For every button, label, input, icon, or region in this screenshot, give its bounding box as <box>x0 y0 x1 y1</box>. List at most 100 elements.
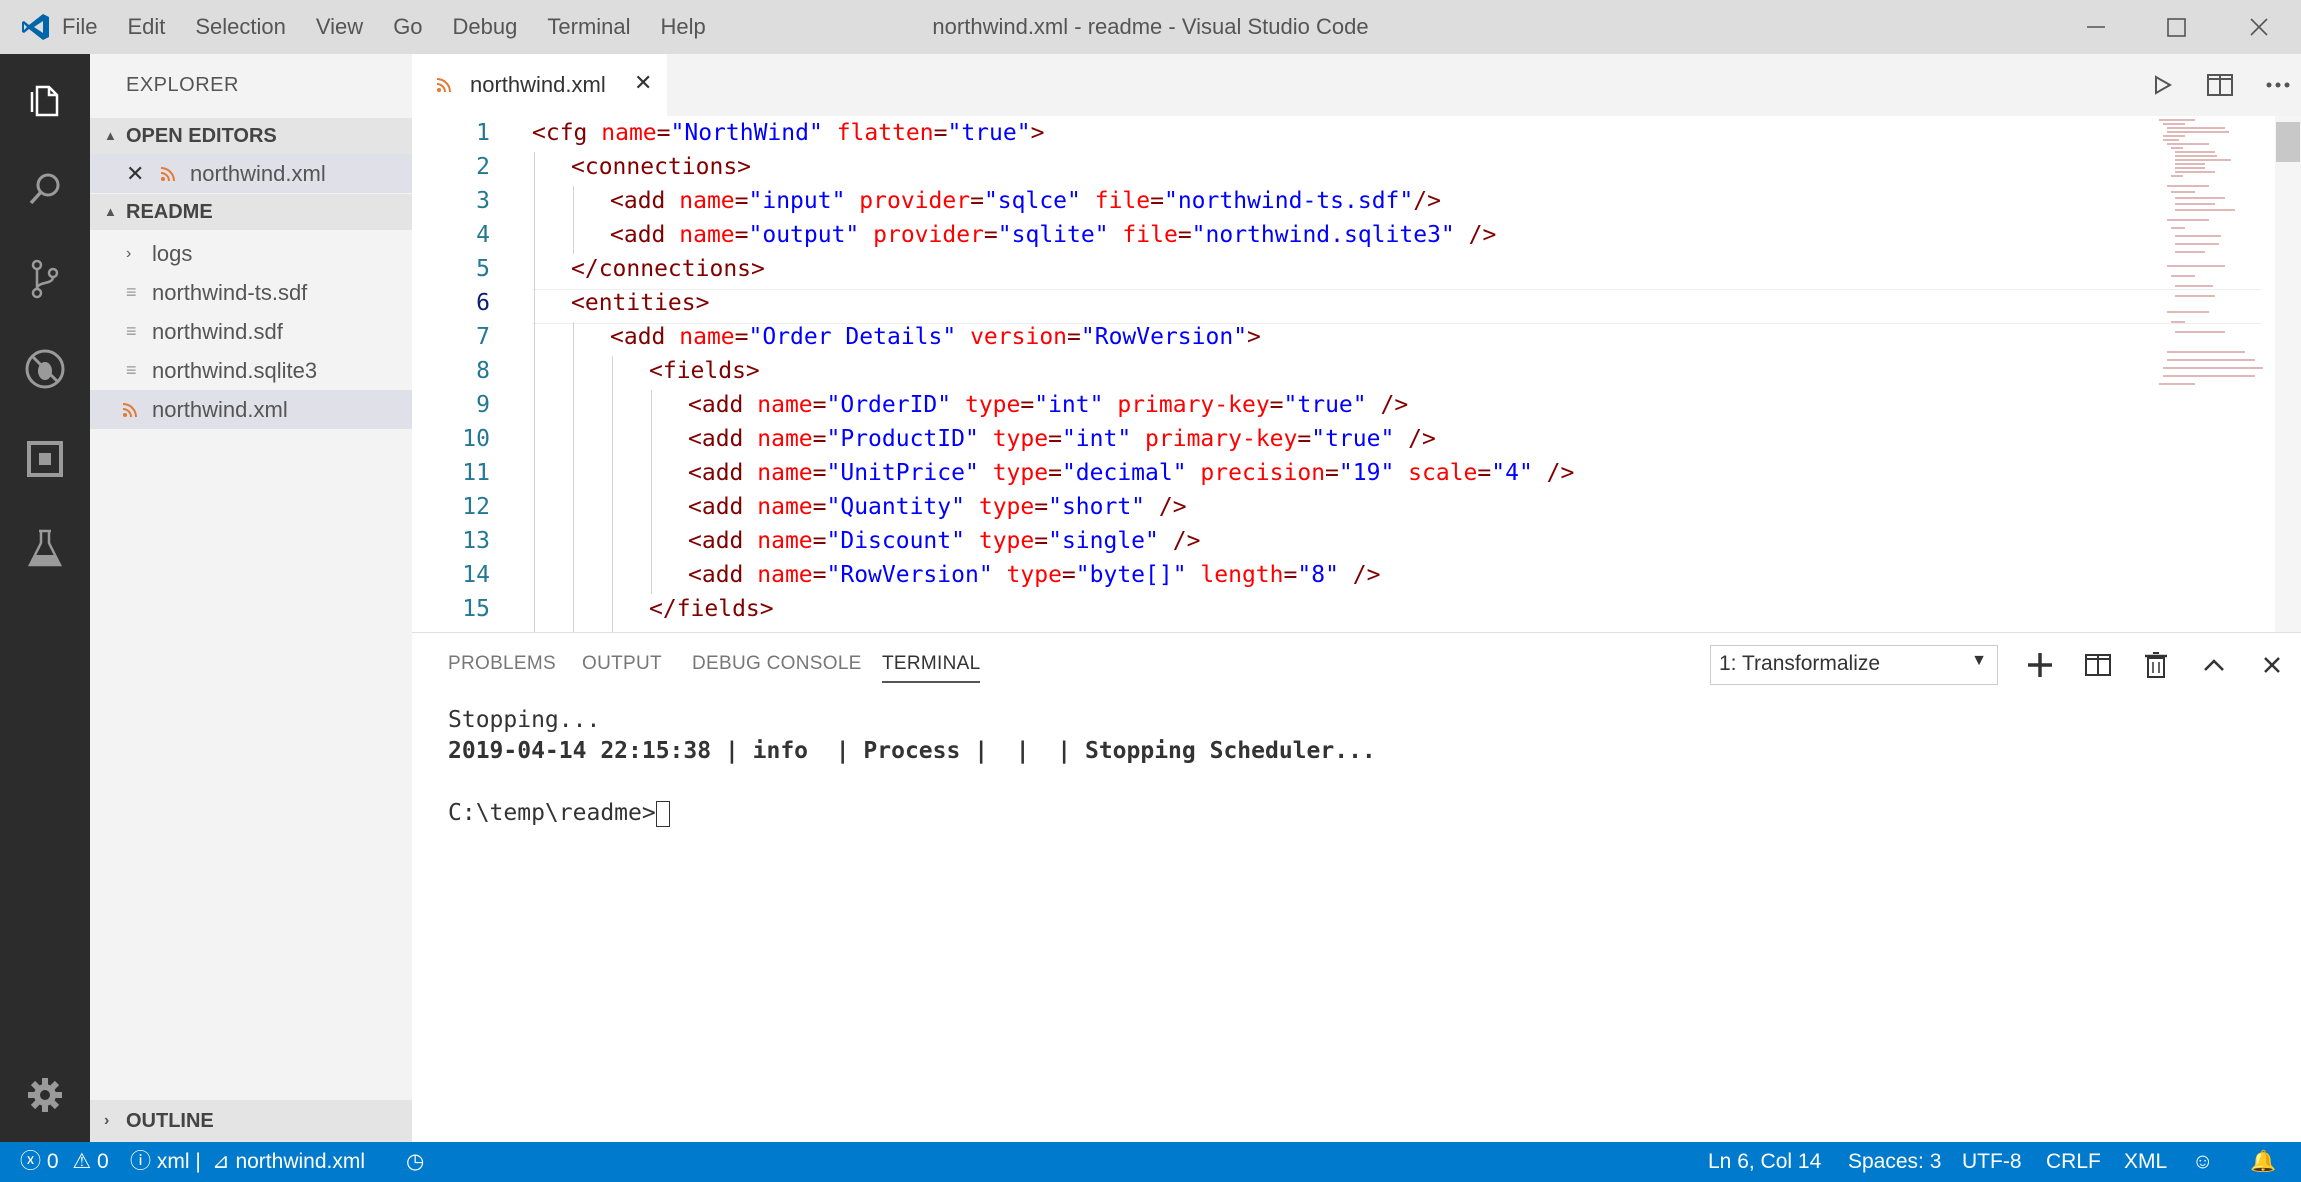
window-title: northwind.xml - readme - Visual Studio C… <box>932 14 1369 39</box>
code-line: </connections> <box>571 256 765 282</box>
tree-item-label: northwind.xml <box>152 397 288 422</box>
maximize-button[interactable] <box>2136 0 2216 54</box>
title-bar: File Edit Selection View Go Debug Termin… <box>0 0 2301 54</box>
activity-bar <box>0 54 90 1142</box>
source-control-activity-button[interactable] <box>0 234 90 324</box>
feedback-smiley-icon[interactable]: ☺ <box>2192 1142 2213 1182</box>
line-number: 14 <box>462 562 490 588</box>
language-info-text: xml <box>156 1150 190 1173</box>
file-status[interactable]: ⊿ northwind.xml <box>212 1142 365 1182</box>
eol-status[interactable]: CRLF <box>2046 1142 2101 1182</box>
split-editor-button[interactable] <box>2200 68 2240 102</box>
code-line: <add name="RowVersion" type="byte[]" len… <box>688 562 1381 588</box>
manage-activity-button[interactable] <box>0 1050 90 1140</box>
status-bar: ⓧ 0 ⚠ 0 ⓘ xml | ⊿ northwind.xml ◷ Ln 6, … <box>0 1142 2301 1182</box>
run-button[interactable] <box>2142 68 2182 102</box>
more-actions-button[interactable] <box>2258 68 2298 102</box>
file-icon: ≡ <box>126 282 137 302</box>
separator: | <box>195 1150 201 1173</box>
test-activity-button[interactable] <box>0 504 90 594</box>
notifications-bell-icon[interactable]: 🔔 <box>2250 1142 2276 1182</box>
tab-terminal[interactable]: TERMINAL <box>882 653 981 683</box>
vertical-scrollbar[interactable] <box>2275 116 2301 632</box>
code-line: <cfg name="NorthWind" flatten="true"> <box>532 120 1045 146</box>
tab-northwind-xml[interactable]: northwind.xml ✕ <box>412 54 667 116</box>
tree-item-label: northwind.sdf <box>152 319 283 344</box>
tab-output[interactable]: OUTPUT <box>582 653 662 675</box>
search-activity-button[interactable] <box>0 144 90 234</box>
code-line: <add name="Quantity" type="short" /> <box>688 494 1187 520</box>
maximize-icon <box>2167 18 2186 37</box>
current-line-highlight <box>532 289 2262 324</box>
terminal-select[interactable]: 1: Transformalize ▼ <box>1710 645 1998 685</box>
line-number: 15 <box>462 596 490 622</box>
explorer-sidebar: EXPLORER ▲ OPEN EDITORS ✕ northwind.xml … <box>90 54 412 1142</box>
split-terminal-button[interactable] <box>2078 645 2118 685</box>
tree-item-northwind-sdf[interactable]: ≡ northwind.sdf <box>90 312 412 351</box>
sidebar-title: EXPLORER <box>126 74 239 96</box>
cursor-position[interactable]: Ln 6, Col 14 <box>1708 1142 1821 1182</box>
explorer-activity-button[interactable] <box>0 54 90 144</box>
terminal-prompt-text: C:\temp\readme> <box>448 800 656 826</box>
warning-count: 0 <box>97 1150 109 1173</box>
minimize-button[interactable] <box>2054 0 2134 54</box>
problems-status[interactable]: ⓧ 0 ⚠ 0 <box>20 1142 109 1182</box>
close-icon <box>2264 657 2280 673</box>
close-panel-button[interactable] <box>2252 645 2292 685</box>
tree-item-northwind-sqlite3[interactable]: ≡ northwind.sqlite3 <box>90 351 412 390</box>
tree-item-northwind-xml[interactable]: northwind.xml <box>90 390 412 429</box>
rss-xml-icon <box>122 403 137 418</box>
close-editor-icon[interactable]: ✕ <box>126 154 144 193</box>
code-editor[interactable]: 1 2 3 4 5 6 7 8 9 10 11 12 13 14 15 <cfg… <box>412 116 2301 632</box>
ellipsis-icon <box>2266 82 2290 88</box>
trash-icon <box>2145 652 2167 678</box>
tab-debug-console[interactable]: DEBUG CONSOLE <box>692 653 862 675</box>
indent-guide <box>651 390 652 594</box>
encoding-status[interactable]: UTF-8 <box>1962 1142 2022 1182</box>
line-number: 11 <box>462 460 490 486</box>
kill-terminal-button[interactable] <box>2136 645 2176 685</box>
files-icon <box>30 85 59 117</box>
folder-label: README <box>126 201 213 223</box>
plus-icon <box>2028 653 2052 677</box>
chevron-down-icon: ▲ <box>104 128 117 143</box>
language-info-status[interactable]: ⓘ xml | <box>130 1142 201 1182</box>
language-mode-status[interactable]: XML <box>2124 1142 2167 1182</box>
readme-folder-header[interactable]: ▲ README <box>90 194 412 230</box>
history-icon[interactable]: ◷ <box>406 1142 424 1182</box>
close-tab-icon[interactable]: ✕ <box>634 70 652 96</box>
tab-label: northwind.xml <box>470 72 606 97</box>
split-terminal-icon <box>2085 654 2111 676</box>
line-number: 5 <box>476 256 490 282</box>
line-number: 9 <box>476 392 490 418</box>
terminal-prompt[interactable]: C:\temp\readme> <box>448 800 670 827</box>
close-icon <box>2250 18 2268 36</box>
debug-activity-button[interactable] <box>0 324 90 414</box>
debug-icon <box>25 349 65 389</box>
extensions-activity-button[interactable] <box>0 414 90 504</box>
tree-item-label: northwind.sqlite3 <box>152 358 318 383</box>
open-editors-section-header[interactable]: ▲ OPEN EDITORS <box>90 118 412 154</box>
warning-icon: ⚠ <box>72 1150 92 1173</box>
open-editor-item[interactable]: ✕ northwind.xml <box>90 154 412 193</box>
tab-problems[interactable]: PROBLEMS <box>448 653 556 675</box>
minimap-preview <box>2159 119 2263 385</box>
scrollbar-thumb[interactable] <box>2276 122 2300 162</box>
rss-xml-icon <box>436 78 451 93</box>
close-window-button[interactable] <box>2220 0 2300 54</box>
code-line: <connections> <box>571 154 752 180</box>
code-line: <add name="input" provider="sqlce" file=… <box>610 188 1441 214</box>
info-icon: ⓘ <box>130 1150 151 1173</box>
tree-item-logs[interactable]: › logs <box>90 234 412 273</box>
minimap[interactable] <box>2155 116 2267 396</box>
source-control-icon <box>31 259 59 299</box>
maximize-panel-button[interactable] <box>2194 645 2234 685</box>
line-number: 12 <box>462 494 490 520</box>
terminal-select-value: 1: Transformalize <box>1719 652 1881 675</box>
tree-item-northwind-ts-sdf[interactable]: ≡ northwind-ts.sdf <box>90 273 412 312</box>
outline-section-header[interactable]: › OUTLINE <box>90 1100 412 1142</box>
line-number: 3 <box>476 188 490 214</box>
indentation-status[interactable]: Spaces: 3 <box>1848 1142 1941 1182</box>
new-terminal-button[interactable] <box>2020 645 2060 685</box>
terminal-line: 2019-04-14 22:15:38 | info | Process | |… <box>448 738 1376 764</box>
